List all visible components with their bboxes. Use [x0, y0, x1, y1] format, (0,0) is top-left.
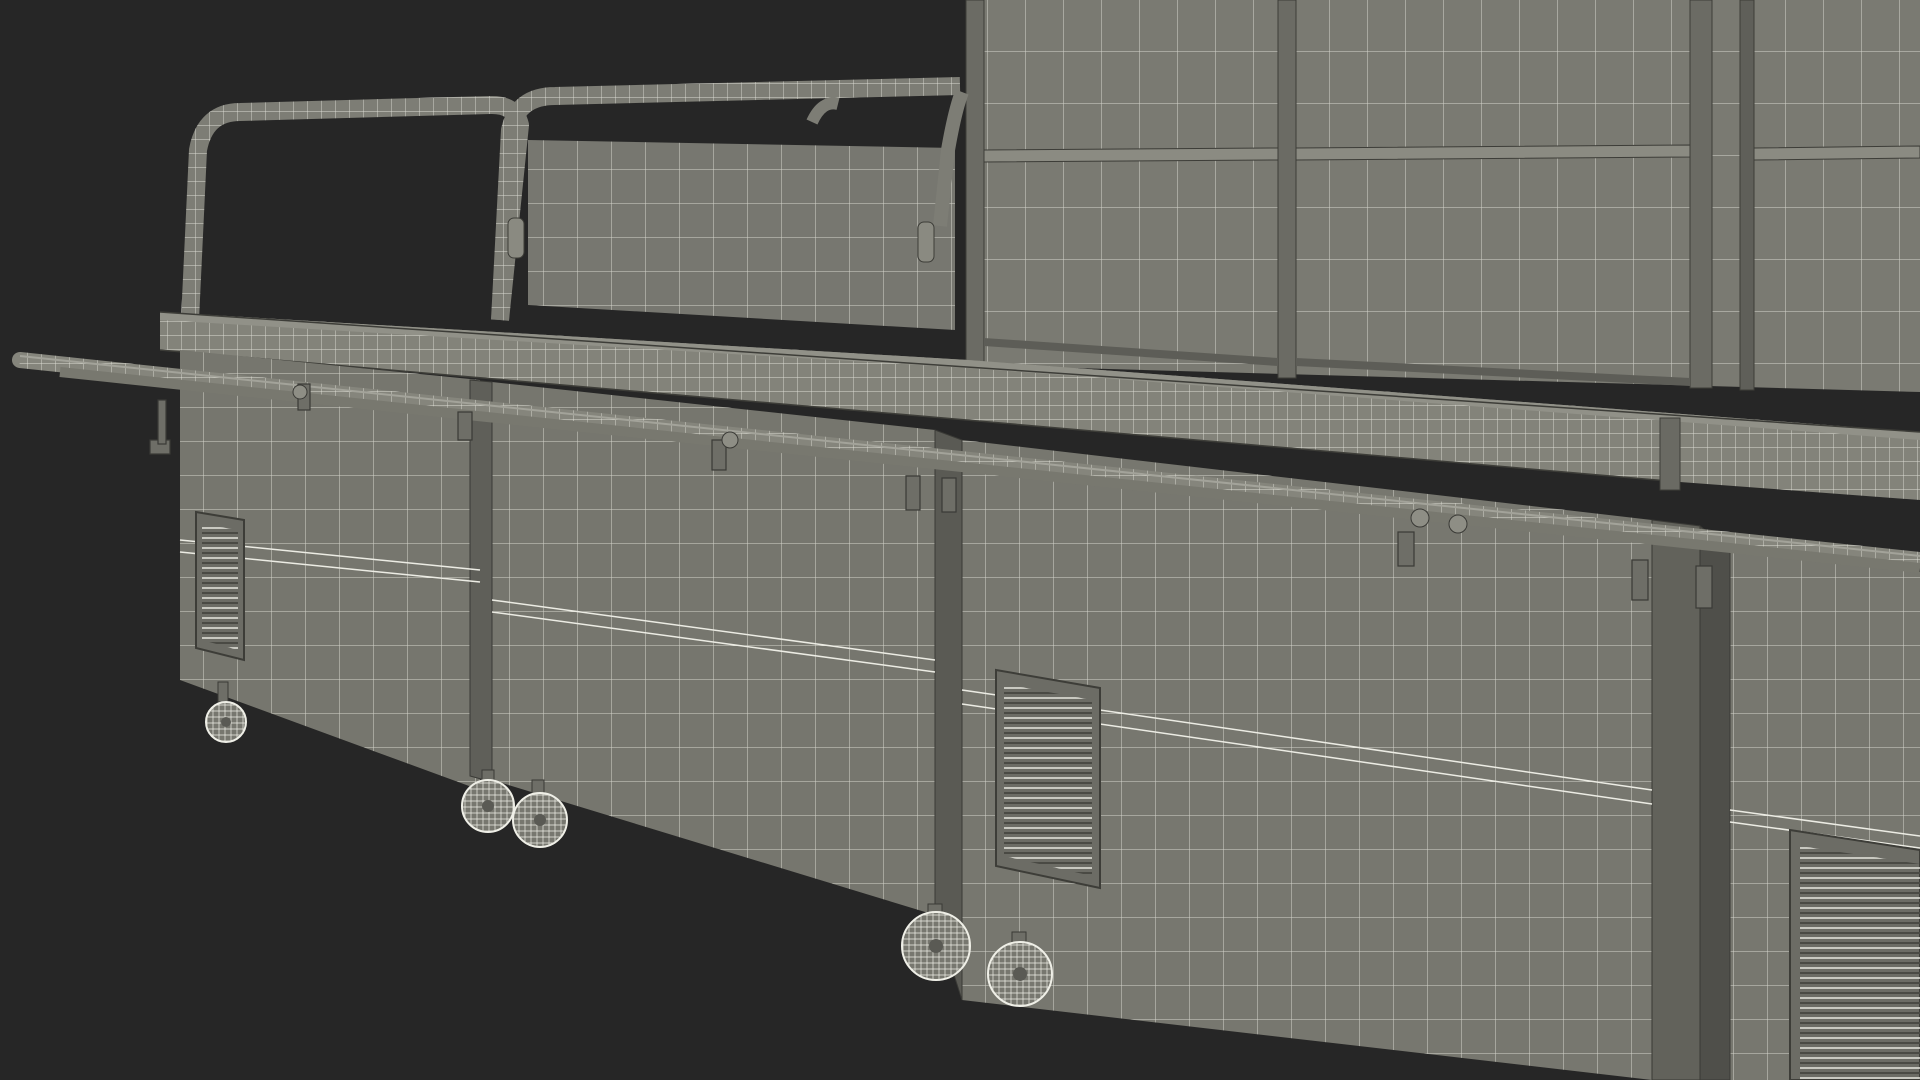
- wireframe-render: [0, 0, 1920, 1080]
- vent-grille-right: [1789, 828, 1920, 1080]
- vent-grille-left: [195, 510, 245, 662]
- vent-grille-middle: [995, 668, 1101, 890]
- upper-display-cabinet: [965, 0, 1920, 392]
